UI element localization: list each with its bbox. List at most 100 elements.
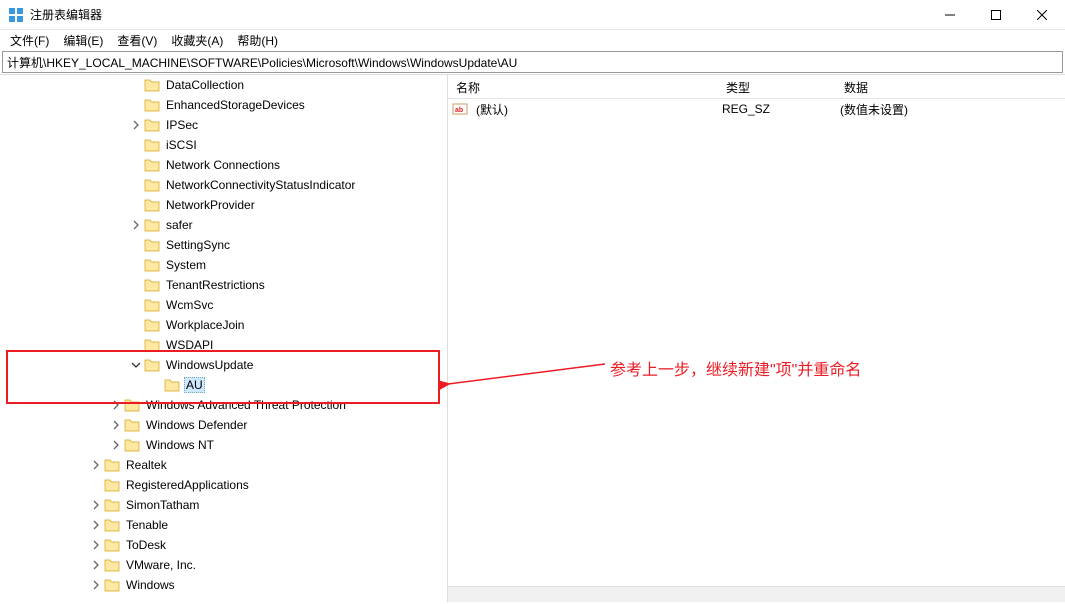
expand-toggle[interactable]: [88, 497, 104, 513]
tree-item[interactable]: Windows Advanced Threat Protection: [0, 395, 447, 415]
folder-icon: [144, 258, 160, 272]
tree-item[interactable]: WindowsUpdate: [0, 355, 447, 375]
tree-item[interactable]: RegisteredApplications: [0, 475, 447, 495]
minimize-button[interactable]: [927, 0, 973, 30]
tree-item-label: WorkplaceJoin: [164, 317, 246, 333]
expand-toggle[interactable]: [128, 257, 144, 273]
close-button[interactable]: [1019, 0, 1065, 30]
folder-icon: [104, 518, 120, 532]
folder-icon: [124, 398, 140, 412]
expand-toggle[interactable]: [88, 577, 104, 593]
tree-view[interactable]: DataCollection EnhancedStorageDevicesIPSe…: [0, 75, 447, 602]
tree-item[interactable]: ToDesk: [0, 535, 447, 555]
column-data[interactable]: 数据: [836, 75, 1065, 98]
folder-icon: [144, 98, 160, 112]
expand-toggle[interactable]: [128, 117, 144, 133]
tree-item[interactable]: DataCollection: [0, 75, 447, 95]
expand-toggle[interactable]: [128, 337, 144, 353]
tree-item-label: TenantRestrictions: [164, 277, 267, 293]
menu-view[interactable]: 查看(V): [111, 30, 163, 51]
tree-item[interactable]: WcmSvc: [0, 295, 447, 315]
folder-icon: [144, 158, 160, 172]
tree-item-label: SettingSync: [164, 237, 232, 253]
tree-item-label: VMware, Inc.: [124, 557, 198, 573]
tree-item[interactable]: Tenable: [0, 515, 447, 535]
tree-item[interactable]: TenantRestrictions: [0, 275, 447, 295]
folder-icon: [144, 318, 160, 332]
tree-item[interactable]: EnhancedStorageDevices: [0, 95, 447, 115]
tree-item-label: iSCSI: [164, 137, 199, 153]
expand-toggle[interactable]: [108, 437, 124, 453]
tree-item[interactable]: NetworkConnectivityStatusIndicator: [0, 175, 447, 195]
menu-edit[interactable]: 编辑(E): [57, 30, 109, 51]
horizontal-scrollbar[interactable]: [448, 586, 1065, 602]
values-list[interactable]: ab(默认)REG_SZ(数值未设置): [448, 99, 1065, 119]
expand-toggle[interactable]: [148, 377, 164, 393]
tree-item[interactable]: AU: [0, 375, 447, 395]
expand-toggle[interactable]: [128, 217, 144, 233]
tree-item-label: safer: [164, 217, 195, 233]
expand-toggle[interactable]: [128, 77, 144, 93]
tree-item[interactable]: NetworkProvider: [0, 195, 447, 215]
address-bar[interactable]: 计算机\HKEY_LOCAL_MACHINE\SOFTWARE\Policies…: [2, 51, 1063, 73]
tree-item[interactable]: safer: [0, 215, 447, 235]
expand-toggle[interactable]: [88, 477, 104, 493]
tree-item-label: Tenable: [124, 517, 170, 533]
value-row[interactable]: ab(默认)REG_SZ(数值未设置): [448, 99, 1065, 119]
tree-item[interactable]: iSCSI: [0, 135, 447, 155]
expand-toggle[interactable]: [88, 517, 104, 533]
folder-icon: [144, 118, 160, 132]
value-name: (默认): [472, 101, 718, 118]
expand-toggle[interactable]: [128, 297, 144, 313]
tree-item-label: DataCollection: [164, 77, 246, 93]
svg-text:ab: ab: [455, 107, 463, 114]
column-type[interactable]: 类型: [718, 75, 836, 98]
expand-toggle[interactable]: [128, 157, 144, 173]
expand-toggle[interactable]: [128, 137, 144, 153]
folder-icon: [144, 178, 160, 192]
string-value-icon: ab: [452, 101, 468, 117]
values-pane: 名称 类型 数据 ab(默认)REG_SZ(数值未设置): [448, 75, 1065, 602]
expand-toggle[interactable]: [128, 177, 144, 193]
tree-item[interactable]: Network Connections: [0, 155, 447, 175]
tree-item-label: Realtek: [124, 457, 169, 473]
expand-toggle[interactable]: [88, 537, 104, 553]
expand-toggle[interactable]: [88, 557, 104, 573]
folder-icon: [144, 298, 160, 312]
tree-item-label: WcmSvc: [164, 297, 215, 313]
folder-icon: [104, 458, 120, 472]
tree-item[interactable]: Windows: [0, 575, 447, 595]
tree-item[interactable]: IPSec: [0, 115, 447, 135]
folder-icon: [144, 338, 160, 352]
maximize-button[interactable]: [973, 0, 1019, 30]
menu-favorites[interactable]: 收藏夹(A): [165, 30, 229, 51]
tree-item[interactable]: SimonTatham: [0, 495, 447, 515]
tree-item[interactable]: Realtek: [0, 455, 447, 475]
column-headers: 名称 类型 数据: [448, 75, 1065, 99]
tree-item[interactable]: WorkplaceJoin: [0, 315, 447, 335]
expand-toggle[interactable]: [88, 457, 104, 473]
tree-item-label: SimonTatham: [124, 497, 201, 513]
expand-toggle[interactable]: [128, 357, 144, 373]
expand-toggle[interactable]: [108, 417, 124, 433]
folder-icon: [124, 418, 140, 432]
menu-help[interactable]: 帮助(H): [231, 30, 284, 51]
tree-item[interactable]: Windows NT: [0, 435, 447, 455]
expand-toggle[interactable]: [128, 277, 144, 293]
tree-item[interactable]: System: [0, 255, 447, 275]
expand-toggle[interactable]: [128, 237, 144, 253]
tree-item-label: NetworkConnectivityStatusIndicator: [164, 177, 357, 193]
expand-toggle[interactable]: [108, 397, 124, 413]
expand-toggle[interactable]: [128, 317, 144, 333]
tree-item[interactable]: SettingSync: [0, 235, 447, 255]
menu-file[interactable]: 文件(F): [4, 30, 55, 51]
tree-item-label: Windows NT: [144, 437, 216, 453]
tree-item[interactable]: Windows Defender: [0, 415, 447, 435]
expand-toggle[interactable]: [128, 97, 144, 113]
column-name[interactable]: 名称: [448, 75, 718, 98]
tree-item[interactable]: WSDAPI: [0, 335, 447, 355]
folder-icon: [104, 578, 120, 592]
tree-item-label: RegisteredApplications: [124, 477, 251, 493]
tree-item[interactable]: VMware, Inc.: [0, 555, 447, 575]
expand-toggle[interactable]: [128, 197, 144, 213]
